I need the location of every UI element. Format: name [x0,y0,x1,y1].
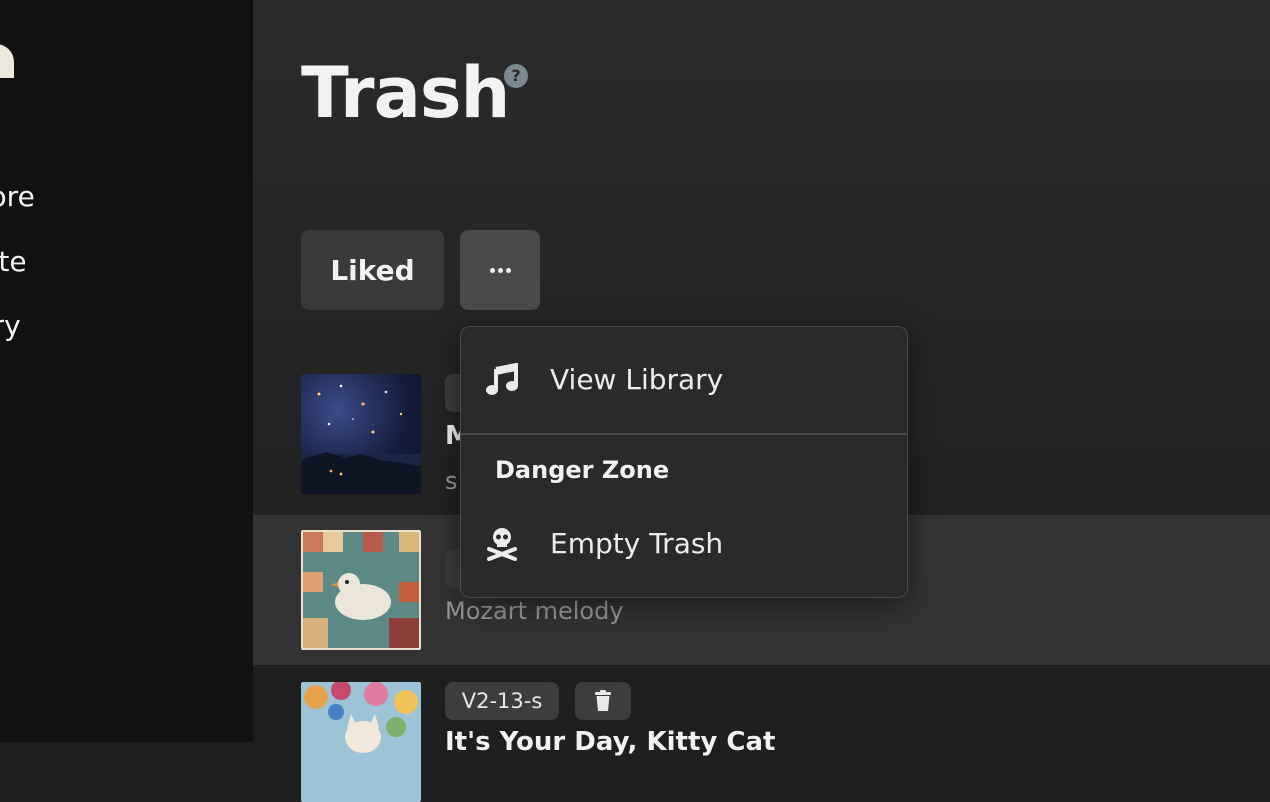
song-subtitle: Mozart melody [445,597,624,625]
sidebar-item-library[interactable]: rary [0,309,21,342]
trash-icon [595,690,611,711]
song-subtitle: s [445,467,458,495]
menu-divider [461,433,907,435]
sidebar: plore eate rary [0,0,253,742]
logo[interactable] [0,44,14,78]
more-options-button[interactable] [460,230,540,310]
menu-item-view-library[interactable]: View Library [461,343,907,423]
sidebar-item-explore[interactable]: plore [0,180,35,213]
menu-item-empty-trash[interactable]: Empty Trash [461,507,907,587]
song-cover-image [301,530,421,650]
song-cover-image [301,374,421,494]
help-icon[interactable]: ? [504,64,528,88]
music-note-icon [486,363,518,395]
song-row[interactable]: V2-13-s It's Your Day, Kitty Cat [253,665,1270,802]
delete-button[interactable] [575,682,631,720]
skull-crossbones-icon [487,528,517,561]
more-options-menu: View Library Danger Zone Empty Trash [460,326,908,598]
song-title[interactable]: It's Your Day, Kitty Cat [445,727,775,757]
page-title: Trash [301,52,510,134]
liked-filter-button[interactable]: Liked [301,230,444,310]
version-badge: V2-13-s [445,682,559,720]
more-icon [489,267,495,273]
song-cover-image [301,682,421,802]
menu-item-label: View Library [550,363,724,396]
menu-item-label: Empty Trash [550,527,724,560]
sidebar-item-create[interactable]: eate [0,245,27,278]
menu-section-title: Danger Zone [495,456,670,484]
